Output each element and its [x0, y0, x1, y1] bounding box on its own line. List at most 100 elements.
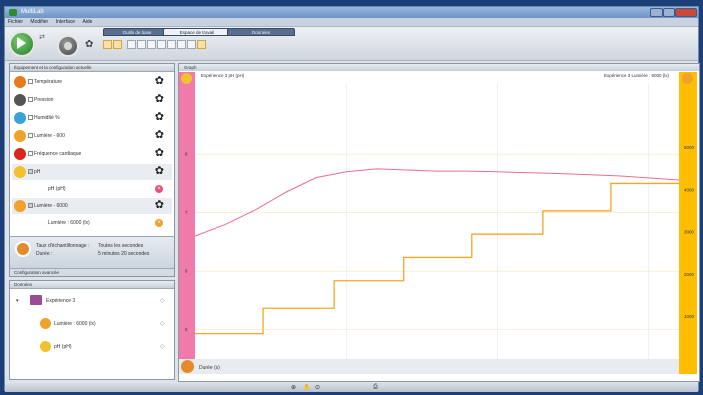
humidity-icon: [14, 112, 26, 124]
menu-bar: Fichier Modifier Interface Aide: [5, 18, 698, 27]
graph-panel: Graph 876550004000300020001000100200300 …: [178, 63, 700, 382]
gear-icon[interactable]: ✿: [155, 200, 164, 211]
sub-row-label: pH (pH): [48, 186, 66, 192]
snapshot-tool-icon[interactable]: [197, 40, 206, 49]
sensor-row-light-600[interactable]: Lumière - 600 ✿: [12, 128, 172, 144]
series-line-light: [195, 182, 679, 335]
bottom-toolbar: ⊕ ✋ ⊙ ⎙: [5, 383, 698, 392]
thermometer-icon: [14, 76, 26, 88]
data-item-label[interactable]: pH (pH): [54, 344, 72, 350]
folder-icon: [30, 295, 42, 305]
gear-icon[interactable]: ✿: [85, 39, 93, 50]
remove-icon[interactable]: ×: [155, 185, 163, 193]
light-axis-icon[interactable]: [682, 73, 693, 84]
sensor-checkbox[interactable]: [28, 133, 33, 138]
menu-help[interactable]: Aide: [79, 18, 95, 26]
sensor-row-ph[interactable]: pH ✿: [12, 164, 172, 180]
app-title: MultiLab: [21, 9, 44, 15]
cursor-icon[interactable]: ⊙: [315, 384, 320, 391]
gear-icon[interactable]: ✿: [155, 130, 164, 141]
close-button[interactable]: [675, 8, 697, 17]
sensor-checkbox[interactable]: [28, 169, 33, 174]
experiment-label[interactable]: Expérience 3: [46, 298, 75, 304]
sensor-row-heart-rate[interactable]: Fréquence cardiaque ✿: [12, 146, 172, 162]
line-chart[interactable]: 876550004000300020001000100200300: [179, 72, 699, 382]
right-series-label[interactable]: Expérience 3 Lumière : 6000 (lx): [604, 73, 669, 78]
maximize-button[interactable]: [663, 8, 675, 17]
window-tool-icon[interactable]: [177, 40, 186, 49]
main-window: MultiLab Fichier Modifier Interface Aide…: [4, 6, 700, 392]
cursor-tool-icon[interactable]: [103, 40, 112, 49]
minimize-button[interactable]: [650, 8, 663, 17]
right-tick-label: 5000: [684, 145, 695, 150]
duration-value[interactable]: 5 minutes 20 secondes: [98, 251, 149, 257]
record-dot-icon: [64, 42, 72, 50]
remove-icon[interactable]: ×: [155, 219, 163, 227]
menu-file[interactable]: Fichier: [5, 18, 26, 26]
sensor-row-humidity[interactable]: Humidité % ✿: [12, 110, 172, 126]
config-panel: Équipement et la configuration actuelle …: [9, 63, 175, 277]
sensor-checkbox[interactable]: [28, 151, 33, 156]
x-axis-strip: [179, 359, 679, 374]
sensor-label: Température: [34, 79, 63, 85]
ph-icon: [14, 166, 26, 178]
graph-panel-title: Graph: [179, 64, 699, 71]
x-axis-time-icon[interactable]: [181, 360, 194, 373]
light-icon: [40, 318, 51, 329]
row-action-icon[interactable]: ◇: [160, 320, 165, 327]
meter-tool-icon[interactable]: [147, 40, 156, 49]
advanced-config-link[interactable]: Configuration avancée: [10, 268, 174, 276]
title-bar: MultiLab: [5, 7, 698, 18]
play-icon: [17, 37, 26, 49]
left-series-label[interactable]: Expérience 3 pH (pH): [201, 73, 244, 78]
sensor-checkbox[interactable]: [28, 79, 33, 84]
select-tool-icon[interactable]: [113, 40, 122, 49]
sensor-row-temperature[interactable]: Température ✿: [12, 74, 172, 90]
data-panel-title: Données: [10, 281, 174, 289]
sub-row-ph[interactable]: pH (pH) ×: [12, 182, 172, 196]
ph-axis-icon[interactable]: [181, 73, 192, 84]
table-tool-icon[interactable]: [137, 40, 146, 49]
sensor-label: Lumière - 6000: [34, 203, 68, 209]
sensor-checkbox[interactable]: [28, 97, 33, 102]
expand-icon[interactable]: ▾: [16, 298, 19, 304]
sensor-label: pH: [34, 169, 41, 175]
pan-icon[interactable]: ✋: [303, 384, 310, 391]
tab-workspace[interactable]: Espace de travail: [163, 28, 231, 36]
bar-tool-icon[interactable]: [157, 40, 166, 49]
menu-interface[interactable]: Interface: [53, 18, 78, 26]
heart-icon: [14, 148, 26, 160]
config-panel-title: Équipement et la configuration actuelle: [10, 64, 174, 72]
data-item-label[interactable]: Lumière : 6000 (lx): [54, 321, 96, 327]
tab-basic-tools[interactable]: Outils de base: [103, 28, 171, 36]
clock-icon[interactable]: [15, 241, 31, 257]
sensor-checkbox[interactable]: [28, 203, 33, 208]
graph-tool-icon[interactable]: [167, 40, 176, 49]
right-tick-label: 2000: [684, 272, 695, 277]
row-action-icon[interactable]: ◇: [160, 343, 165, 350]
tab-data[interactable]: Données: [227, 28, 295, 36]
sensor-row-pressure[interactable]: Pression ✿: [12, 92, 172, 108]
sensor-label: Pression: [34, 97, 54, 103]
print-icon[interactable]: ⎙: [373, 384, 378, 391]
menu-edit[interactable]: Modifier: [27, 18, 51, 26]
sensor-label: Lumière - 600: [34, 133, 65, 139]
zoom-icon[interactable]: ⊕: [291, 384, 296, 391]
ph-icon: [40, 341, 51, 352]
gear-icon[interactable]: ✿: [155, 148, 164, 159]
series-line-ph: [194, 168, 680, 237]
sensor-label: Fréquence cardiaque: [34, 151, 82, 157]
row-action-icon[interactable]: ◇: [160, 297, 165, 304]
line-tool-icon[interactable]: [127, 40, 136, 49]
gear-icon[interactable]: ✿: [155, 76, 164, 87]
sensor-checkbox[interactable]: [28, 115, 33, 120]
sensor-row-light-6000[interactable]: Lumière - 6000 ✿: [12, 198, 172, 214]
gear-icon[interactable]: ✿: [155, 166, 164, 177]
layout-tool-icon[interactable]: [187, 40, 196, 49]
sub-row-light[interactable]: Lumière : 6000 (lx) ×: [12, 216, 172, 230]
rate-label: Taux d'échantillonnage :: [36, 243, 90, 249]
light-icon: [14, 130, 26, 142]
gear-icon[interactable]: ✿: [155, 94, 164, 105]
rate-value[interactable]: Toutes les secondes: [98, 243, 143, 249]
gear-icon[interactable]: ✿: [155, 112, 164, 123]
